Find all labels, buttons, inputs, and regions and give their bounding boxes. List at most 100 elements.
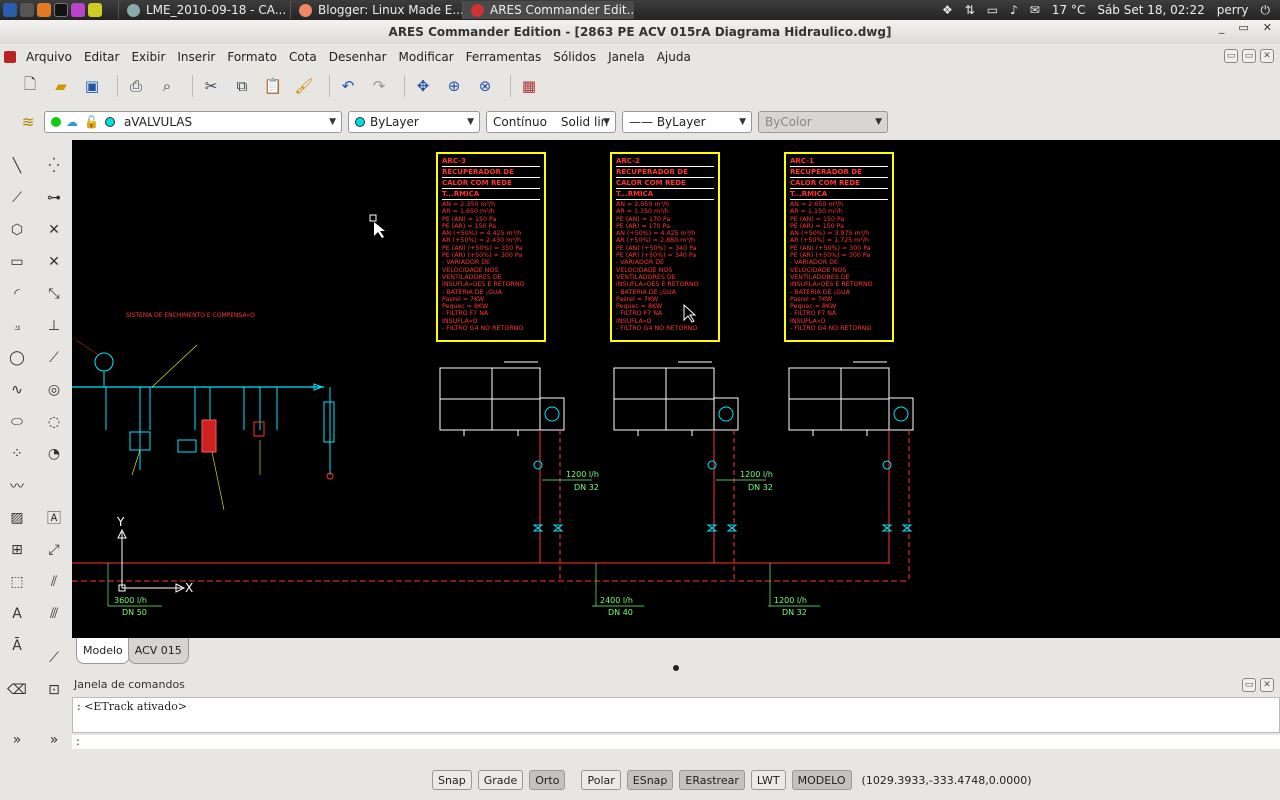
menu-launcher-icon[interactable] <box>3 3 17 17</box>
chevron-down-icon[interactable]: » <box>42 728 66 752</box>
open-icon[interactable]: ▰ <box>49 74 73 98</box>
offset-icon[interactable]: ✕ <box>42 218 66 242</box>
maximize-button[interactable]: ▭ <box>1238 21 1248 34</box>
ahu-spec-box[interactable]: ARC-3 RECUPERADOR DE CALOR COM REDE T...… <box>436 152 546 342</box>
app-icon[interactable] <box>4 51 16 63</box>
stretch-icon[interactable]: ◎ <box>42 378 66 402</box>
ahu-spec-box[interactable]: ARC-1 RECUPERADOR DE CALOR COM REDE T...… <box>784 152 894 342</box>
menu-desenhar[interactable]: Desenhar <box>323 50 393 64</box>
break-icon[interactable]: ⤢ <box>42 538 66 562</box>
fillet-icon[interactable]: ⫻ <box>42 602 66 626</box>
volume-icon[interactable]: ♪ <box>1010 3 1018 17</box>
paste-icon[interactable]: 📋 <box>261 74 285 98</box>
join-icon[interactable]: ⟋ <box>42 646 66 670</box>
copy-entity-icon[interactable]: ⁛ <box>42 154 66 178</box>
redo-icon[interactable]: ↷ <box>367 74 391 98</box>
minimize-button[interactable]: _ <box>1219 21 1225 34</box>
spline-icon[interactable]: ∿ <box>5 378 29 402</box>
doc-minimize-button[interactable]: ▭ <box>1224 49 1238 63</box>
menu-arquivo[interactable]: Arquivo <box>20 50 78 64</box>
polyline-icon[interactable]: ⟓ <box>5 314 29 338</box>
etrack-toggle[interactable]: ERastrear <box>679 770 745 790</box>
extend-icon[interactable]: ◔ <box>42 442 66 466</box>
array-icon[interactable]: ✕ <box>42 250 66 274</box>
menu-formato[interactable]: Formato <box>221 50 283 64</box>
brush-icon[interactable]: 🖌 <box>292 74 316 98</box>
firefox-launcher-icon[interactable] <box>37 3 51 17</box>
model-toggle[interactable]: MODELO <box>791 770 852 790</box>
point-icon[interactable]: ⁘ <box>5 442 29 466</box>
doc-restore-button[interactable]: ▭ <box>1242 49 1256 63</box>
layer-combo[interactable]: ☁ 🔓 aVALVULAS ▼ <box>44 111 342 133</box>
polar-toggle[interactable]: Polar <box>581 770 621 790</box>
line-icon[interactable]: ╲ <box>5 154 29 178</box>
pan-icon[interactable]: ✥ <box>411 74 435 98</box>
lwt-toggle[interactable]: LWT <box>750 770 786 790</box>
text-icon[interactable]: A <box>5 602 29 626</box>
ray-icon[interactable]: ⟋ <box>5 186 29 210</box>
menu-janela[interactable]: Janela <box>602 50 651 64</box>
taskbar-item[interactable]: ARES Commander Edit... <box>462 1 634 19</box>
terminal-launcher-icon[interactable] <box>54 3 68 17</box>
close-button[interactable]: ✕ <box>1263 21 1272 34</box>
layer-manager-icon[interactable]: ≋ <box>16 110 40 134</box>
menu-ferramentas[interactable]: Ferramentas <box>460 50 548 64</box>
splitter-handle[interactable] <box>673 665 679 671</box>
lineweight-combo[interactable]: —— ByLayer ▼ <box>622 111 752 133</box>
app-launcher-icon[interactable] <box>71 3 85 17</box>
menu-ajuda[interactable]: Ajuda <box>651 50 697 64</box>
rectangle-icon[interactable]: ▭ <box>5 250 29 274</box>
float-button[interactable]: ▭ <box>1242 678 1256 692</box>
taskbar-item[interactable]: LME_2010-09-18 - CA... <box>118 1 290 19</box>
hatch-icon[interactable]: ▨ <box>5 506 29 530</box>
menu-exibir[interactable]: Exibir <box>125 50 171 64</box>
user-name[interactable]: perry <box>1217 3 1249 17</box>
weather-label[interactable]: 17 °C <box>1052 3 1085 17</box>
polygon-icon[interactable]: ⬡ <box>5 218 29 242</box>
new-icon[interactable]: 🗋 <box>18 74 42 98</box>
drawing-canvas[interactable]: ARC-3 RECUPERADOR DE CALOR COM REDE T...… <box>72 140 1280 638</box>
mirror-icon[interactable]: ⊶ <box>42 186 66 210</box>
mail-icon[interactable]: ✉ <box>1030 3 1040 17</box>
print-icon[interactable]: ⎙ <box>124 74 148 98</box>
eraser-icon[interactable]: ⌫ <box>5 678 29 702</box>
ahu-spec-box[interactable]: ARC-2 RECUPERADOR DE CALOR COM REDE T...… <box>610 152 720 342</box>
power-icon[interactable]: ⏻ <box>1261 3 1271 18</box>
grid-toggle[interactable]: Grade <box>477 770 524 790</box>
battery-icon[interactable]: ▭ <box>987 3 998 17</box>
cut-icon[interactable]: ✂ <box>199 74 223 98</box>
rotate-icon[interactable]: ⊥ <box>42 314 66 338</box>
layer-freeze-icon[interactable]: ☁ <box>66 115 78 129</box>
mtext-icon[interactable]: Ā <box>5 634 29 658</box>
close-button[interactable]: ✕ <box>1260 678 1274 692</box>
ellipse-icon[interactable]: ⬭ <box>5 410 29 434</box>
circle-icon[interactable]: ◯ <box>5 346 29 370</box>
ortho-toggle[interactable]: Orto <box>529 770 566 790</box>
menu-cota[interactable]: Cota <box>283 50 323 64</box>
layer-lock-icon[interactable]: 🔓 <box>84 115 99 129</box>
curve-icon[interactable]: 〰 <box>5 474 29 498</box>
command-input[interactable]: : <box>72 735 1280 749</box>
attribute-icon[interactable]: 🄰 <box>42 506 66 530</box>
copy-icon[interactable]: ⧉ <box>230 74 254 98</box>
region-icon[interactable]: ⬚ <box>5 570 29 594</box>
preview-icon[interactable]: ⌕ <box>155 74 179 98</box>
arc-icon[interactable]: ◜ <box>5 282 29 306</box>
dropbox-icon[interactable]: ❖ <box>942 3 953 17</box>
esnap-toggle[interactable]: ESnap <box>626 770 674 790</box>
undo-icon[interactable]: ↶ <box>336 74 360 98</box>
menu-editar[interactable]: Editar <box>78 50 126 64</box>
move-icon[interactable]: ⤡ <box>42 282 66 306</box>
properties-icon[interactable]: ▦ <box>517 74 541 98</box>
linetype-combo[interactable]: Contínuo Solid lin ▼ <box>486 111 616 133</box>
menu-modificar[interactable]: Modificar <box>393 50 460 64</box>
zoom-icon[interactable]: ⊕ <box>442 74 466 98</box>
network-icon[interactable]: ⇅ <box>965 3 975 17</box>
taskbar-item[interactable]: Blogger: Linux Made E... <box>290 1 462 19</box>
explode-icon[interactable]: ⊡ <box>42 678 66 702</box>
chamfer-icon[interactable]: ⫽ <box>42 570 66 594</box>
snap-toggle[interactable]: Snap <box>432 770 472 790</box>
clock[interactable]: Sáb Set 18, 02:22 <box>1097 3 1204 17</box>
doc-close-button[interactable]: ✕ <box>1260 49 1274 63</box>
color-combo[interactable]: ByLayer ▼ <box>348 111 480 133</box>
